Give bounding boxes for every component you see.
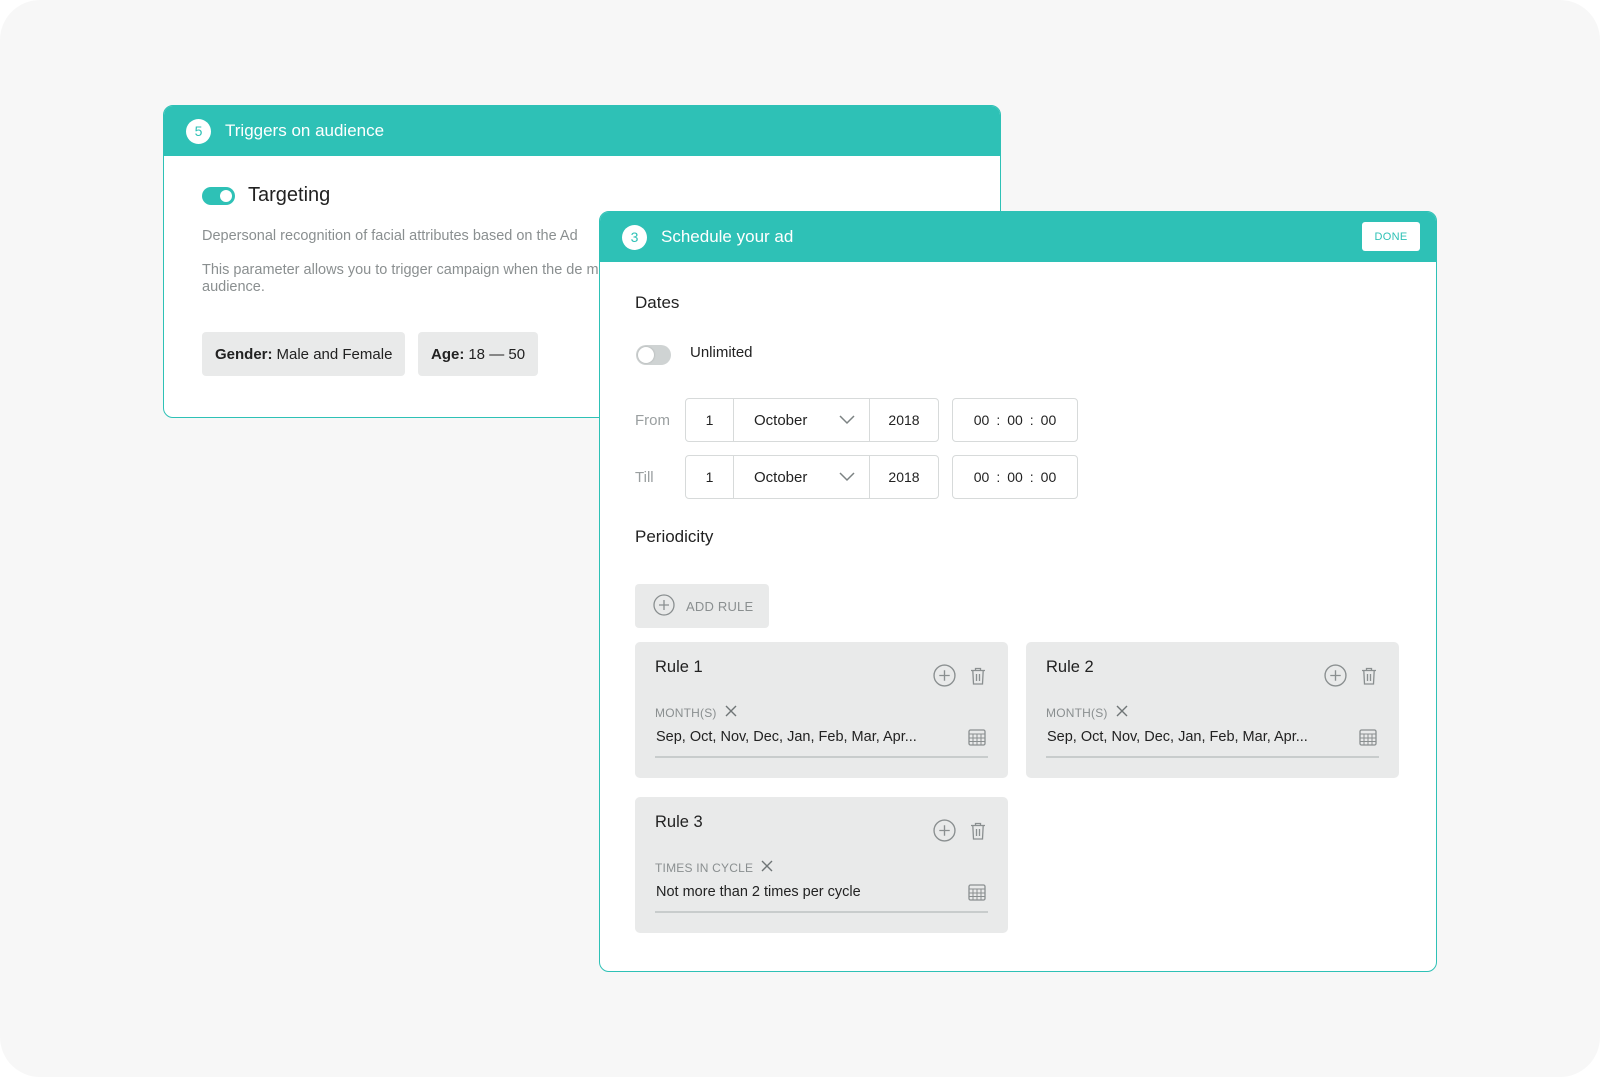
trash-icon[interactable] (970, 822, 986, 840)
from-day-input[interactable]: 1 (686, 399, 734, 441)
till-month-value: October (754, 468, 808, 486)
till-month-select[interactable]: October (734, 456, 870, 498)
till-year-input[interactable]: 2018 (870, 456, 938, 498)
rule-title: Rule 3 (655, 813, 703, 831)
chevron-down-icon (839, 472, 855, 482)
rule-field-label-text: MONTH(S) (655, 705, 717, 720)
rule-actions (933, 664, 986, 687)
done-button[interactable]: DONE (1362, 222, 1420, 251)
triggers-card-header: 5 Triggers on audience (164, 106, 1000, 156)
rule-field-label: MONTH(S) (655, 705, 737, 720)
till-date-group: 1 October 2018 (685, 455, 939, 499)
till-date-row: Till 1 October 2018 00: 00: 00 (635, 455, 1078, 499)
schedule-card-header: 3 Schedule your ad DONE (600, 212, 1436, 262)
plus-circle-icon[interactable] (1324, 664, 1347, 687)
trash-icon[interactable] (1361, 667, 1377, 685)
plus-circle-icon (653, 593, 675, 619)
close-icon[interactable] (761, 860, 773, 875)
rule-underline (1046, 756, 1379, 758)
calendar-icon[interactable] (968, 728, 986, 746)
targeting-label: Targeting (248, 184, 331, 206)
calendar-icon[interactable] (968, 883, 986, 901)
from-month-select[interactable]: October (734, 399, 870, 441)
step-badge: 3 (622, 224, 647, 250)
unlimited-toggle[interactable] (636, 345, 671, 365)
unlimited-row: Unlimited (636, 343, 753, 365)
close-icon[interactable] (725, 705, 737, 720)
from-date-group: 1 October 2018 (685, 398, 939, 442)
triggers-card-title: Triggers on audience (225, 121, 385, 140)
close-icon[interactable] (1116, 705, 1128, 720)
rule-title: Rule 2 (1046, 658, 1094, 676)
chevron-down-icon (839, 415, 855, 425)
unlimited-label: Unlimited (690, 343, 753, 361)
targeting-row: Targeting (202, 184, 330, 207)
till-hours: 00 (973, 469, 990, 485)
till-label: Till (635, 468, 654, 486)
age-chip[interactable]: Age: 18 — 50 (418, 332, 539, 376)
from-month-value: October (754, 411, 808, 429)
schedule-card-title: Schedule your ad (661, 227, 794, 246)
till-day-input[interactable]: 1 (686, 456, 734, 498)
targeting-description: Depersonal recognition of facial attribu… (202, 228, 578, 244)
add-rule-button[interactable]: ADD RULE (635, 584, 769, 628)
rule-card-2: Rule 2 MONTH(S) Sep, Oct, Nov, Dec, Jan,… (1026, 642, 1399, 778)
calendar-icon[interactable] (1359, 728, 1377, 746)
rule-value[interactable]: Not more than 2 times per cycle (656, 884, 861, 900)
age-chip-value: 18 — 50 (468, 345, 526, 363)
from-minutes: 00 (1007, 412, 1023, 428)
from-label: From (635, 411, 670, 429)
till-seconds: 00 (1040, 469, 1057, 485)
plus-circle-icon[interactable] (933, 664, 956, 687)
rule-card-1: Rule 1 MONTH(S) Sep, Oct, Nov, Dec, Jan,… (635, 642, 1008, 778)
from-hours: 00 (973, 412, 990, 428)
rule-field-label: TIMES IN CYCLE (655, 860, 773, 875)
rule-underline (655, 756, 988, 758)
rule-card-3: Rule 3 TIMES IN CYCLE Not more than 2 ti… (635, 797, 1008, 933)
from-date-row: From 1 October 2018 00: 00: 00 (635, 398, 1078, 442)
trash-icon[interactable] (970, 667, 986, 685)
from-time-input[interactable]: 00: 00: 00 (952, 398, 1078, 442)
rule-actions (1324, 664, 1377, 687)
gender-chip[interactable]: Gender: Male and Female (202, 332, 406, 376)
plus-circle-icon[interactable] (933, 819, 956, 842)
gender-chip-value: Male and Female (276, 345, 393, 363)
from-year-input[interactable]: 2018 (870, 399, 938, 441)
targeting-toggle[interactable] (202, 186, 235, 205)
add-rule-label: ADD RULE (686, 598, 754, 614)
rule-title: Rule 1 (655, 658, 703, 676)
age-chip-key: Age: (431, 345, 465, 363)
rule-field-label-text: TIMES IN CYCLE (655, 860, 754, 875)
rule-field-label: MONTH(S) (1046, 705, 1128, 720)
step-badge: 5 (186, 118, 211, 144)
periodicity-title: Periodicity (635, 527, 714, 546)
rule-field-label-text: MONTH(S) (1046, 705, 1108, 720)
dates-title: Dates (635, 293, 680, 312)
rule-actions (933, 819, 986, 842)
schedule-card: 3 Schedule your ad DONE Dates Unlimited … (599, 211, 1437, 972)
rule-value[interactable]: Sep, Oct, Nov, Dec, Jan, Feb, Mar, Apr..… (1047, 729, 1308, 745)
gender-chip-key: Gender: (215, 345, 273, 363)
rule-value[interactable]: Sep, Oct, Nov, Dec, Jan, Feb, Mar, Apr..… (656, 729, 917, 745)
rule-underline (655, 911, 988, 913)
from-seconds: 00 (1040, 412, 1057, 428)
till-minutes: 00 (1007, 469, 1023, 485)
till-time-input[interactable]: 00: 00: 00 (952, 455, 1078, 499)
